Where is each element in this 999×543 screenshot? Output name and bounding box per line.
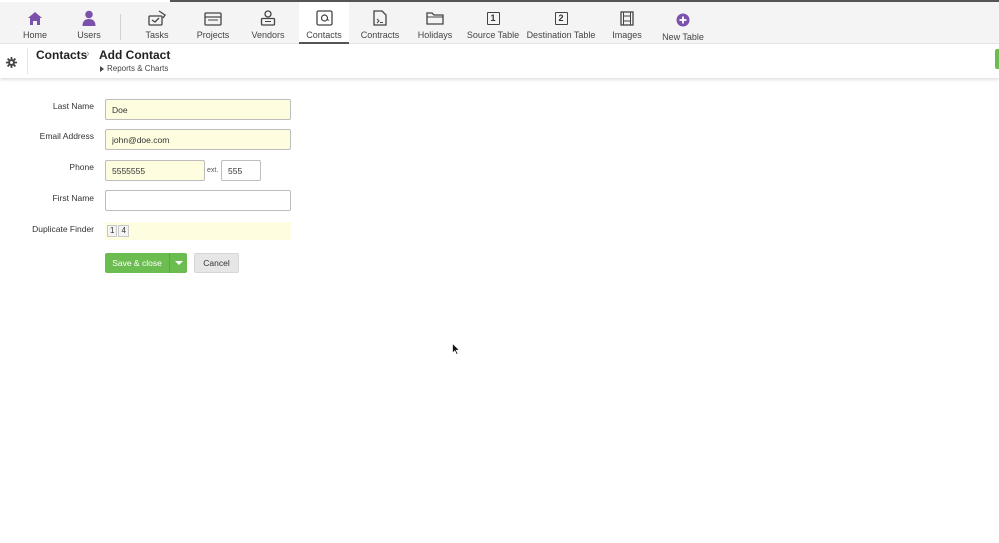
save-close-label: Save & close <box>112 258 162 268</box>
mouse-cursor-icon <box>452 342 461 360</box>
email-label: Email Address <box>39 131 94 141</box>
nav-new-table[interactable]: New Table <box>660 2 706 44</box>
caret-right-icon <box>100 65 104 72</box>
save-close-button[interactable]: Save & close <box>105 253 187 273</box>
duplicate-chip[interactable]: 1 <box>107 225 118 237</box>
save-options-dropdown[interactable] <box>169 253 187 273</box>
nav-home[interactable]: Home <box>14 2 56 44</box>
page-title: Add Contact <box>99 48 171 62</box>
nav-vendors[interactable]: Vendors <box>247 2 289 44</box>
nav-contracts[interactable]: Contracts <box>358 2 402 44</box>
last-name-label: Last Name <box>52 101 94 111</box>
number-2-icon: 2 <box>554 8 568 28</box>
phone-input[interactable] <box>105 160 205 181</box>
folder-icon <box>426 8 444 28</box>
plus-circle-icon <box>676 10 690 30</box>
duplicate-finder-label: Duplicate Finder <box>32 224 94 234</box>
chevron-down-icon <box>174 261 183 265</box>
nav-tasks[interactable]: Tasks <box>136 2 178 44</box>
contracts-icon <box>373 8 387 28</box>
contacts-icon <box>315 8 333 28</box>
home-icon <box>27 8 43 28</box>
nav-images[interactable]: Images <box>606 2 648 44</box>
phone-ext-input[interactable] <box>221 160 261 181</box>
nav-users[interactable]: Users <box>68 2 110 44</box>
first-name-label: First Name <box>52 193 94 203</box>
nav-source-table[interactable]: 1 Source Table <box>467 2 519 44</box>
number-1-icon: 1 <box>486 8 500 28</box>
email-input[interactable] <box>105 129 291 150</box>
gear-icon[interactable] <box>6 55 17 73</box>
ext-label: ext. <box>207 167 219 174</box>
first-name-input[interactable] <box>105 190 291 211</box>
nav-destination-table[interactable]: 2 Destination Table <box>527 2 595 44</box>
nav-contacts[interactable]: Contacts <box>299 2 349 44</box>
nav-projects[interactable]: Projects <box>192 2 234 44</box>
film-icon <box>620 8 634 28</box>
vendors-icon <box>260 8 276 28</box>
projects-icon <box>204 8 222 28</box>
phone-label: Phone <box>69 162 94 172</box>
breadcrumb-separator: › <box>86 48 90 60</box>
page-header: Contacts › Add Contact Reports & Charts <box>0 44 999 78</box>
duplicate-finder-field: 1 4 <box>105 222 291 240</box>
user-icon <box>82 8 96 28</box>
nav-divider <box>120 14 121 40</box>
nav-holidays[interactable]: Holidays <box>413 2 457 44</box>
tasks-icon <box>148 8 166 28</box>
breadcrumb-contacts[interactable]: Contacts <box>36 48 87 62</box>
reports-charts-link[interactable]: Reports & Charts <box>100 64 168 73</box>
duplicate-chip[interactable]: 4 <box>118 225 129 237</box>
header-separator <box>27 48 28 74</box>
side-tab[interactable] <box>995 49 999 69</box>
cancel-button[interactable]: Cancel <box>194 253 239 273</box>
last-name-input[interactable] <box>105 99 291 120</box>
top-navigation: Home Users Tasks Projects Vendors Contac… <box>0 2 999 44</box>
reports-charts-label: Reports & Charts <box>107 64 169 73</box>
